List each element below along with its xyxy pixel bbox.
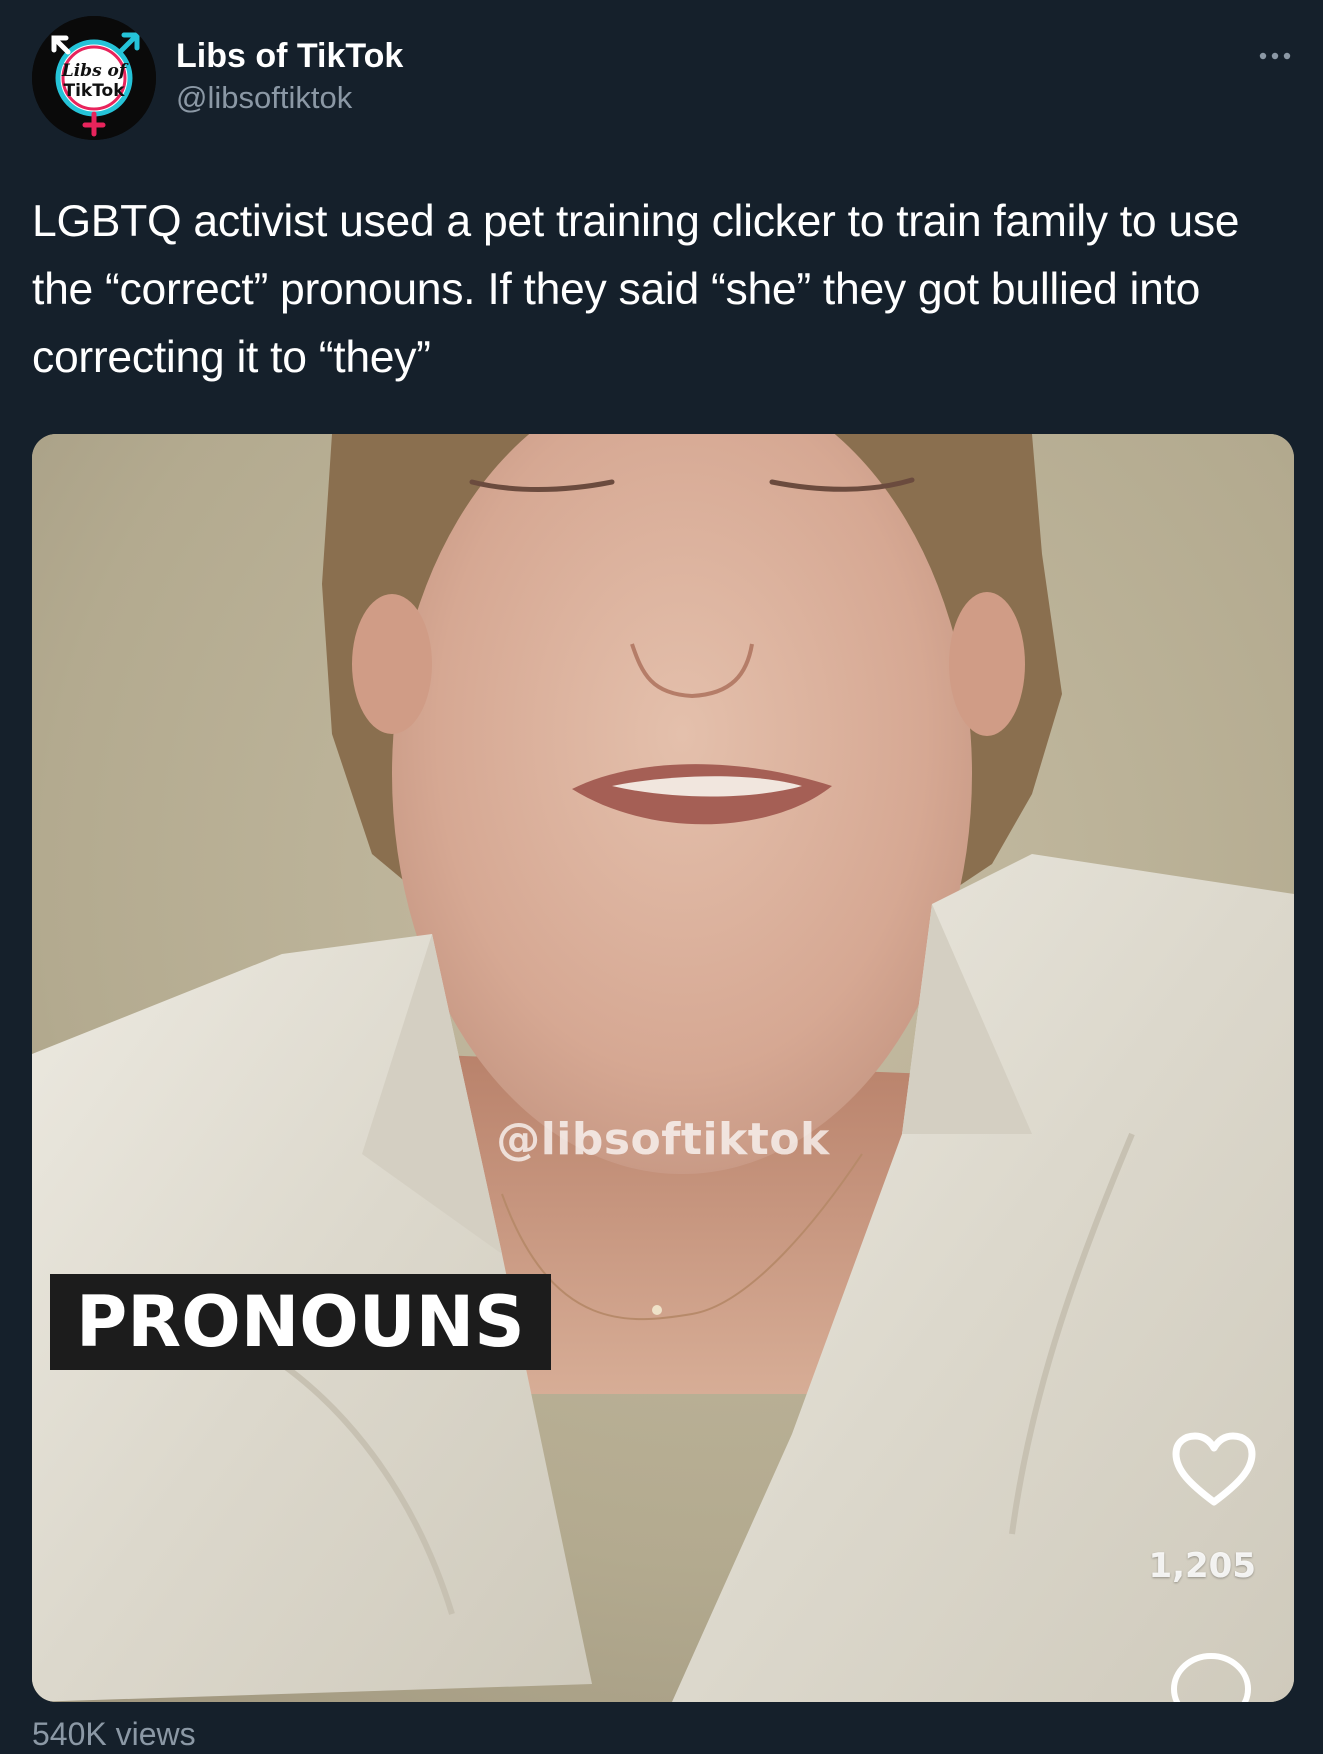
comment-bubble-icon	[1171, 1653, 1251, 1702]
author-handle[interactable]: @libsoftiktok	[176, 78, 403, 118]
more-horizontal-icon	[1259, 52, 1291, 60]
tweet-card: Libs of TikTok Libs of TikTok @libsoftik…	[0, 0, 1323, 1752]
tweet-text: LGBTQ activist used a pet training click…	[32, 197, 1240, 382]
author-block: Libs of TikTok @libsoftiktok	[176, 36, 403, 118]
author-display-name[interactable]: Libs of TikTok	[176, 36, 403, 76]
video-caption-box: PRONOUNS	[50, 1274, 551, 1370]
video-caption-text: PRONOUNS	[76, 1281, 525, 1363]
svg-text:TikTok: TikTok	[63, 81, 125, 101]
avatar-logo-icon: Libs of TikTok	[32, 16, 156, 140]
svg-text:Libs of: Libs of	[61, 61, 129, 81]
view-count: 540K views	[32, 1716, 196, 1752]
comment-button[interactable]	[1168, 1646, 1254, 1702]
like-button[interactable]	[1170, 1430, 1258, 1510]
more-options-button[interactable]	[1257, 44, 1293, 68]
video-watermark: @libsoftiktok	[496, 1114, 830, 1165]
like-count: 1,205	[1148, 1546, 1256, 1586]
video-frame-image	[32, 434, 1294, 1702]
heart-icon	[1172, 1432, 1256, 1506]
avatar[interactable]: Libs of TikTok	[32, 16, 156, 140]
video-media[interactable]: @libsoftiktok PRONOUNS 1,205	[32, 434, 1294, 1702]
